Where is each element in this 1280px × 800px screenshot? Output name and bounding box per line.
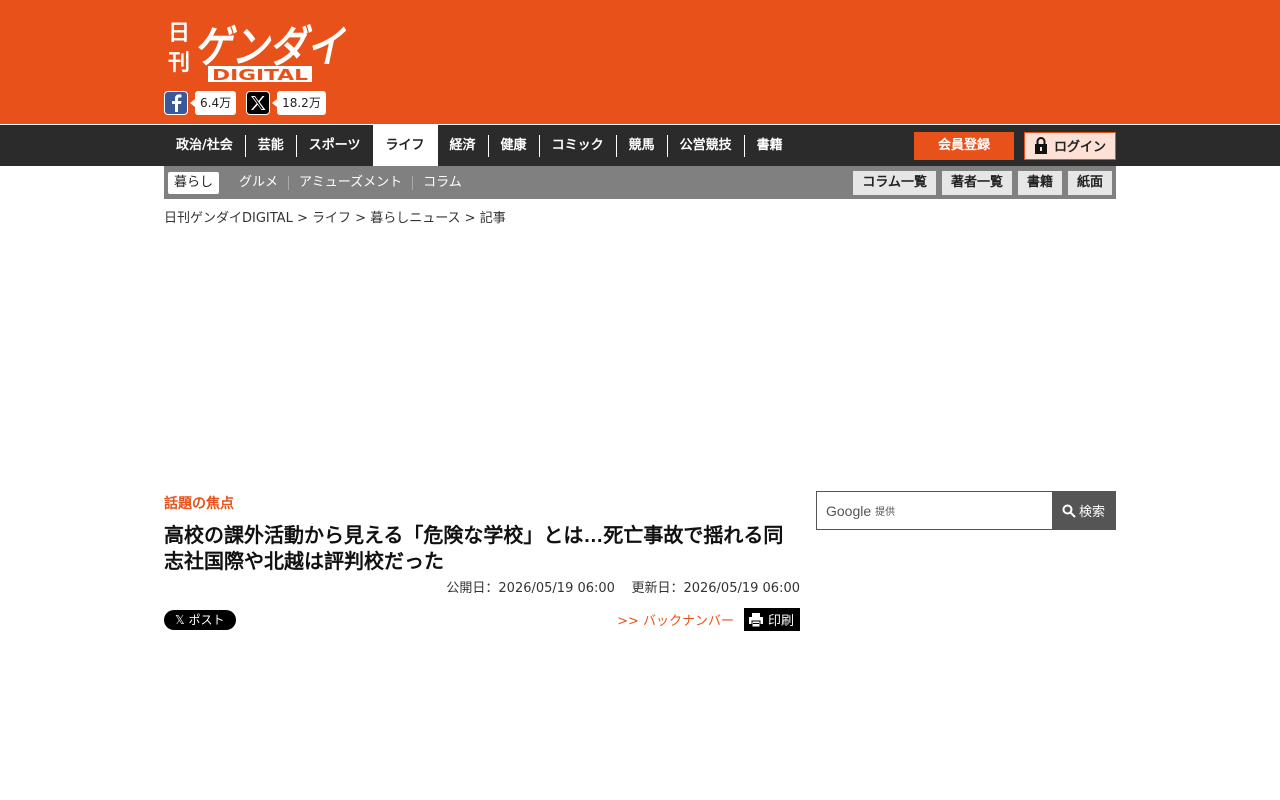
nav-item-health[interactable]: 健康 (487, 134, 539, 157)
share-counters: 6.4万 18.2万 (164, 91, 326, 115)
x-count: 18.2万 (272, 91, 326, 115)
facebook-share[interactable]: 6.4万 (164, 91, 237, 115)
google-logo: Google (826, 502, 872, 519)
nav-item-entertainment[interactable]: 芸能 (244, 134, 296, 157)
backnumber-link[interactable]: >> バックナンバー (617, 610, 734, 629)
main-nav: 政治/社会 芸能 スポーツ ライフ 経済 健康 コミック 競馬 公営競技 書籍 … (0, 124, 1280, 166)
subnav-item-amusement[interactable]: アミューズメント (288, 175, 412, 190)
author-list-button[interactable]: 著者一覧 (941, 170, 1012, 195)
facebook-icon (164, 91, 188, 115)
login-button[interactable]: ログイン (1024, 131, 1116, 160)
logo-top-2: 刊 (168, 51, 190, 76)
site-search: Google 提供 検索 (816, 491, 1116, 530)
search-provided-label: 提供 (875, 507, 896, 518)
logo-sub: DIGITAL (212, 66, 309, 84)
nav-item-sports[interactable]: スポーツ (295, 134, 373, 157)
site-header: 日 刊 ゲンダイ DIGITAL 6.4万 18.2万 (0, 0, 1280, 124)
register-button[interactable]: 会員登録 (914, 131, 1014, 160)
article-category[interactable]: 話題の焦点 (164, 493, 800, 513)
print-button[interactable]: 印刷 (743, 608, 800, 631)
x-logo-icon: 𝕏 (175, 612, 189, 627)
nav-item-life[interactable]: ライフ (372, 125, 438, 166)
x-post-button[interactable]: 𝕏 ポスト (164, 609, 236, 630)
article-dates: 公開日：2026/05/19 06:00 更新日：2026/05/19 06:0… (164, 577, 800, 596)
subnav-item-column[interactable]: コラム (412, 175, 472, 190)
published-date: 公開日：2026/05/19 06:00 (446, 581, 615, 596)
nav-item-politics[interactable]: 政治/社会 (164, 135, 245, 157)
facebook-count: 6.4万 (189, 91, 237, 115)
search-button[interactable]: 検索 (1052, 492, 1115, 529)
x-share[interactable]: 18.2万 (246, 91, 326, 115)
books-button[interactable]: 書籍 (1017, 170, 1062, 195)
paper-button[interactable]: 紙面 (1067, 170, 1112, 195)
x-icon (246, 91, 271, 115)
nav-item-books[interactable]: 書籍 (743, 134, 795, 157)
subnav-item-kurashi[interactable]: 暮らし (168, 171, 220, 194)
nav-item-keiba[interactable]: 競馬 (615, 134, 667, 157)
search-input[interactable]: Google 提供 (817, 492, 1052, 529)
sub-nav: 暮らし グルメ アミューズメント コラム コラム一覧 著者一覧 書籍 紙面 (164, 166, 1116, 199)
updated-date: 更新日：2026/05/19 06:00 (631, 581, 800, 596)
nav-item-economy[interactable]: 経済 (438, 135, 488, 157)
x-post-label: ポスト (188, 612, 225, 627)
article: 話題の焦点 高校の課外活動から見える「危険な学校」とは…死亡事故で揺れる同志社国… (164, 493, 800, 631)
nav-item-public-racing[interactable]: 公営競技 (666, 134, 744, 157)
logo-top-1: 日 (168, 21, 190, 46)
site-logo[interactable]: 日 刊 ゲンダイ DIGITAL (168, 10, 346, 84)
breadcrumb: 日刊ゲンダイDIGITAL > ライフ > 暮らしニュース > 記事 (164, 207, 1116, 226)
login-label: ログイン (1053, 140, 1106, 155)
main-content: 話題の焦点 高校の課外活動から見える「危険な学校」とは…死亡事故で揺れる同志社国… (164, 223, 1116, 783)
column-list-button[interactable]: コラム一覧 (853, 170, 936, 195)
article-title: 高校の課外活動から見える「危険な学校」とは…死亡事故で揺れる同志社国際や北越は評… (164, 525, 784, 573)
subnav-item-gourmet[interactable]: グルメ (229, 175, 288, 190)
print-label: 印刷 (767, 614, 794, 629)
lock-icon (1034, 137, 1047, 154)
search-icon (1062, 504, 1076, 518)
printer-icon (748, 612, 763, 627)
search-button-label: 検索 (1078, 505, 1105, 520)
nav-item-comic[interactable]: コミック (538, 134, 616, 157)
article-tools: 𝕏 ポスト >> バックナンバー 印刷 (164, 608, 800, 631)
